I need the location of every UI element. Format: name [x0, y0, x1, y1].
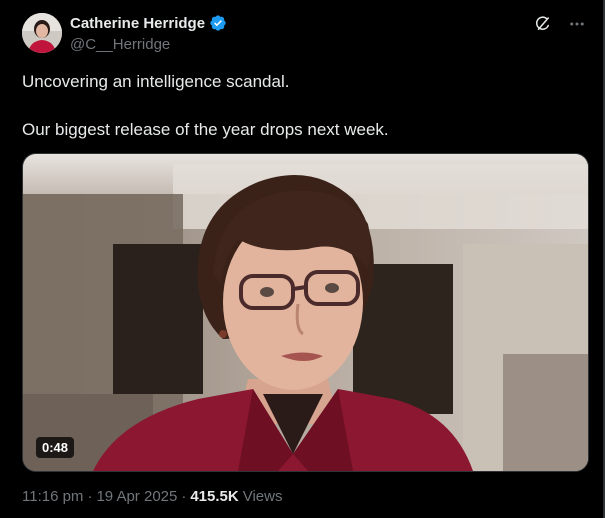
verified-badge-icon[interactable] [209, 14, 227, 32]
avatar-photo [22, 13, 62, 53]
video-player[interactable]: 0:48 [22, 153, 589, 472]
more-icon[interactable] [567, 14, 587, 34]
tweet-text: Uncovering an intelligence scandal. Our … [22, 70, 582, 142]
meta-separator-2: · [181, 488, 187, 505]
tweet-date[interactable]: 19 Apr 2025 [96, 488, 177, 505]
tweet-card: Catherine Herridge @C__Herridge Uncoveri… [0, 0, 605, 518]
author-display-name[interactable]: Catherine Herridge [70, 15, 205, 32]
tweet-meta: 11:16 pm · 19 Apr 2025 · 415.5K Views [22, 488, 282, 505]
views-count[interactable]: 415.5K [190, 488, 238, 505]
tweet-actions [533, 14, 587, 34]
video-frame [23, 154, 588, 471]
author-name-row: Catherine Herridge [70, 14, 227, 32]
grok-icon[interactable] [533, 14, 553, 34]
author-avatar[interactable] [22, 13, 62, 53]
video-duration-badge: 0:48 [36, 437, 75, 458]
views-label: Views [242, 488, 283, 505]
tweet-time[interactable]: 11:16 pm [22, 488, 83, 505]
tweet-text-line-2: Our biggest release of the year drops ne… [22, 120, 389, 139]
meta-separator: · [87, 488, 93, 505]
tweet-text-line-1: Uncovering an intelligence scandal. [22, 72, 290, 91]
author-handle[interactable]: @C__Herridge [70, 36, 170, 53]
